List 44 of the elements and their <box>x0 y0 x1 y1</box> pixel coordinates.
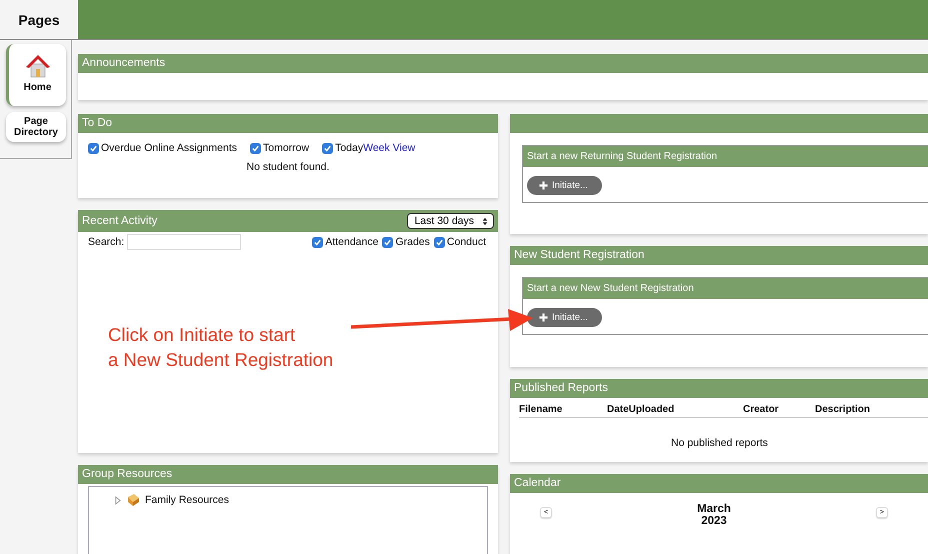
column-header: DateUploaded <box>607 404 676 415</box>
month-label: March <box>697 503 731 515</box>
column-header: Creator <box>743 404 780 415</box>
initiate-button[interactable]: Initiate... <box>527 308 602 327</box>
checkbox-label: Overdue Online Assignments <box>101 142 237 154</box>
panel-header: Published Reports <box>510 379 928 398</box>
plus-icon <box>539 181 548 190</box>
house-icon <box>24 52 52 80</box>
week-view-link[interactable]: Week View <box>363 142 416 154</box>
panel-header: Announcements <box>78 54 928 73</box>
empty-message: No student found. <box>246 161 330 173</box>
panel-header: To Do <box>78 114 498 133</box>
checkbox[interactable] <box>88 142 99 154</box>
panel-title: Recent Activity <box>82 214 158 228</box>
form-header: Start a new Returning Student Registration <box>523 146 928 167</box>
column-header: Description <box>815 404 872 415</box>
panel-header: Calendar <box>510 474 928 493</box>
plus-icon <box>539 313 548 322</box>
checkbox[interactable] <box>322 142 334 154</box>
panel-header: Group Resources <box>78 465 498 484</box>
form-header: Start a new New Student Registration <box>523 278 928 299</box>
checkbox[interactable] <box>434 236 445 248</box>
sort-arrows-icon <box>482 216 488 226</box>
checkbox[interactable] <box>312 236 324 248</box>
search-label: Search: <box>88 236 124 248</box>
checkbox-label: Tomorrow <box>263 142 310 154</box>
checkbox-label: Today <box>335 142 364 154</box>
checkbox[interactable] <box>250 142 261 154</box>
search-field[interactable] <box>127 234 242 250</box>
checkbox[interactable] <box>382 236 394 248</box>
column-header: Filename <box>519 404 564 415</box>
page-tab[interactable]: Page Directory <box>6 112 66 142</box>
sidebar-title: Pages <box>17 10 61 30</box>
annotation-text: Click on Initiate to start a New Student Registration <box>108 323 334 372</box>
year-label: 2023 <box>701 515 727 527</box>
checkbox-label: Attendance <box>325 236 378 248</box>
checkbox-label: Conduct <box>446 236 486 248</box>
page-tab[interactable]: Home <box>6 44 66 106</box>
checkbox-label: Grades <box>395 236 430 248</box>
panel-header: New Student Registration <box>510 246 928 265</box>
tree-item[interactable]: Family Resources <box>89 487 487 507</box>
initiate-button[interactable]: Initiate... <box>527 176 602 195</box>
range-dropdown[interactable]: Last 30 days <box>407 213 494 229</box>
empty-message: No published reports <box>670 437 769 449</box>
